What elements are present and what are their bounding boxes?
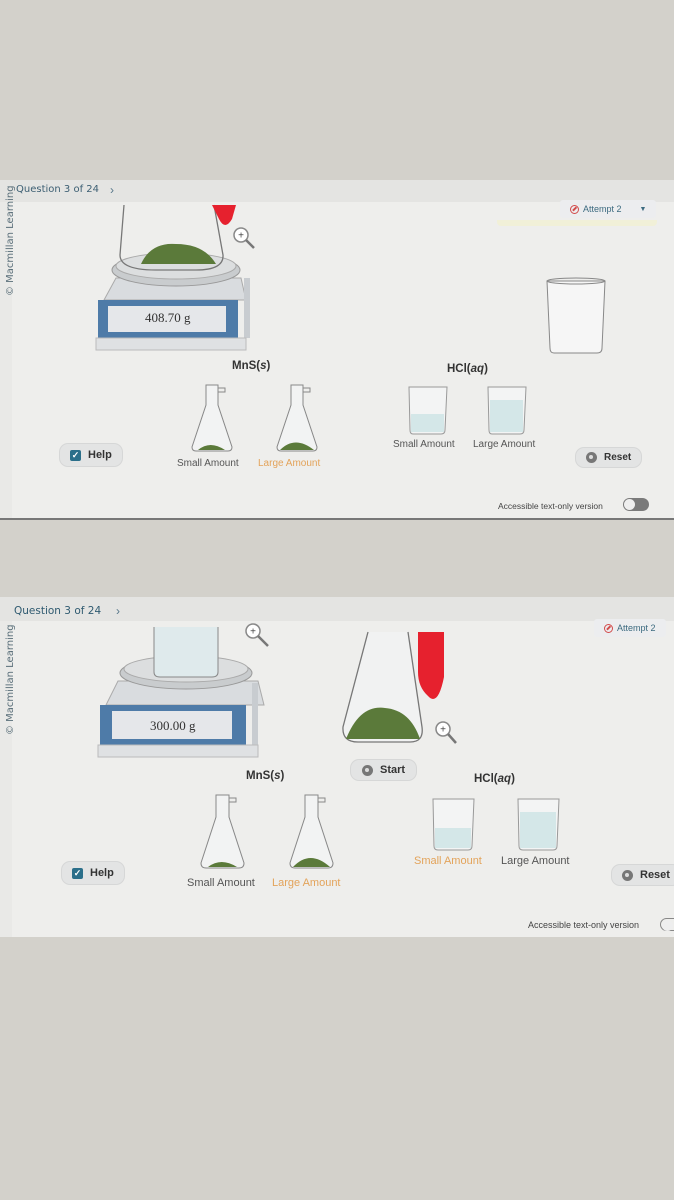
flask-large-mns[interactable]: [275, 383, 320, 453]
flask-large-mns[interactable]: [288, 793, 336, 871]
beaker-large-hcl[interactable]: [516, 796, 561, 852]
mns-large-amount-option[interactable]: Large Amount: [258, 458, 320, 469]
checkbox-checked-icon[interactable]: ✓: [72, 867, 83, 879]
beaker-large-hcl[interactable]: [486, 384, 528, 436]
pouring-flask: [342, 631, 423, 743]
balance-scale-2[interactable]: [97, 627, 268, 762]
notice-strip: [497, 220, 657, 226]
hcl-large-amount-option[interactable]: Large Amount: [473, 439, 535, 450]
hcl-small-amount-option[interactable]: Small Amount: [393, 439, 455, 450]
empty-beaker[interactable]: [545, 276, 607, 356]
attempt-badge[interactable]: Attempt 2 ▼: [560, 200, 657, 218]
attempt-label: Attempt 2: [583, 204, 622, 214]
reset-icon: [622, 869, 633, 881]
reset-icon: [586, 452, 597, 463]
red-tube-icon: [418, 632, 444, 699]
chevron-right-icon[interactable]: ›: [116, 604, 120, 618]
mns-title: MnS(s): [246, 770, 285, 782]
help-button[interactable]: ✓ Help: [62, 862, 124, 884]
hcl-title: HCl(aq): [447, 363, 488, 375]
hcl-large-amount-option[interactable]: Large Amount: [501, 855, 570, 867]
simulation-panel-2: Question 3 of 24 › © Macmillan Learning …: [0, 597, 674, 937]
mns-small-amount-option[interactable]: Small Amount: [187, 877, 255, 889]
accessible-toggle[interactable]: [623, 498, 649, 511]
reset-button[interactable]: Reset: [576, 448, 642, 467]
svg-text:+: +: [440, 725, 446, 736]
accessible-label: Accessible text-only version: [528, 920, 640, 930]
checkbox-checked-icon[interactable]: ✓: [70, 449, 81, 461]
top-bar: Question 3 of 24 ›: [0, 597, 674, 621]
hcl-small-amount-option[interactable]: Small Amount: [414, 855, 482, 867]
zoom-in-icon[interactable]: +: [244, 623, 274, 656]
no-entry-icon: [570, 204, 579, 214]
start-button[interactable]: Start: [351, 760, 417, 780]
question-counter: Question 3 of 24: [14, 605, 102, 617]
accessible-label: Accessible text-only version: [498, 501, 603, 511]
chevron-right-icon[interactable]: ›: [110, 183, 114, 197]
mns-small-amount-option[interactable]: Small Amount: [177, 458, 239, 469]
svg-text:+: +: [238, 231, 244, 242]
flask-small-mns[interactable]: [190, 383, 235, 453]
zoom-in-icon[interactable]: +: [232, 226, 262, 256]
start-icon: [362, 764, 373, 776]
hcl-title: HCl(aq): [474, 773, 515, 785]
zoom-in-icon[interactable]: +: [434, 720, 464, 752]
help-button[interactable]: ✓ Help: [60, 444, 122, 466]
mns-large-amount-option[interactable]: Large Amount: [272, 877, 341, 889]
no-entry-icon: [604, 623, 613, 633]
copyright-label: © Macmillan Learning: [5, 185, 16, 296]
balance-readout-1: 408.70 g: [145, 310, 191, 325]
caret-down-icon: ▼: [639, 205, 647, 213]
attempt-label: Attempt 2: [617, 623, 656, 633]
flask-small-mns[interactable]: [199, 793, 247, 871]
accessible-toggle[interactable]: [660, 918, 674, 931]
attempt-badge[interactable]: Attempt 2: [594, 619, 666, 637]
balance-readout-2: 300.00 g: [150, 718, 196, 733]
copyright-label: © Macmillan Learning: [5, 624, 16, 735]
reset-button[interactable]: Reset: [612, 865, 674, 885]
simulation-panel-1: Question 3 of 24 › © Macmillan Learning …: [0, 180, 674, 520]
top-bar: Question 3 of 24 ›: [0, 180, 674, 202]
svg-text:+: +: [250, 627, 256, 638]
beaker-small-hcl[interactable]: [407, 384, 449, 436]
mns-title: MnS(s): [232, 360, 271, 372]
question-counter: Question 3 of 24: [16, 184, 99, 195]
beaker-small-hcl[interactable]: [431, 796, 476, 852]
